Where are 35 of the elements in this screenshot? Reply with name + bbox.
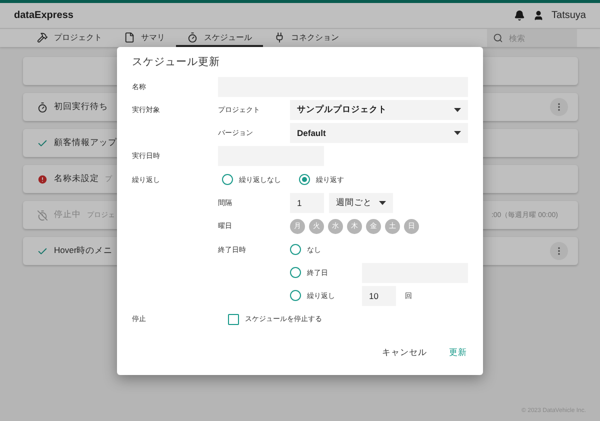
cancel-button[interactable]: キャンセル bbox=[380, 342, 429, 363]
count-field[interactable]: 10 bbox=[362, 286, 396, 306]
caret-icon bbox=[454, 108, 461, 112]
nav-tab[interactable]: プロジェクト bbox=[26, 29, 113, 47]
search-icon bbox=[493, 33, 503, 43]
document-icon bbox=[124, 32, 135, 42]
schedule-name: 初回実行待ち bbox=[54, 101, 108, 113]
hammer-icon bbox=[37, 32, 48, 42]
dialog-title: スケジュール更新 bbox=[132, 55, 221, 69]
schedule-name: 名称未設定 bbox=[54, 173, 99, 185]
caret-icon bbox=[454, 130, 461, 135]
user-name[interactable]: Tatsuya bbox=[552, 10, 586, 21]
interval-field[interactable]: 1 bbox=[290, 193, 324, 214]
more-button[interactable] bbox=[550, 98, 568, 116]
caret-icon bbox=[379, 201, 386, 206]
nav-tab[interactable]: サマリ bbox=[113, 29, 176, 47]
bell-icon[interactable] bbox=[514, 10, 525, 21]
update-button[interactable]: 更新 bbox=[447, 342, 469, 363]
check-icon bbox=[37, 138, 48, 148]
stopwatch-icon bbox=[37, 102, 48, 112]
check-icon bbox=[37, 246, 48, 256]
project-select[interactable]: サンプルプロジェクト bbox=[290, 100, 468, 120]
schedule-name: 停止中 bbox=[54, 209, 81, 221]
error-icon bbox=[37, 174, 48, 184]
app-logo: dataExpress bbox=[14, 10, 74, 21]
timer-off-icon bbox=[37, 210, 48, 220]
plug-icon bbox=[274, 32, 285, 42]
more-button[interactable] bbox=[550, 242, 568, 260]
interval-select[interactable]: 週間ごと bbox=[329, 193, 393, 214]
schedule-name: Hover時のメニ bbox=[54, 245, 113, 257]
version-select[interactable]: Default bbox=[290, 122, 468, 143]
stopwatch-icon bbox=[187, 32, 198, 42]
nav-tab[interactable]: コネクション bbox=[263, 29, 350, 47]
schedule-name: 顧客情報アップ bbox=[54, 137, 117, 149]
user-icon bbox=[532, 10, 544, 21]
